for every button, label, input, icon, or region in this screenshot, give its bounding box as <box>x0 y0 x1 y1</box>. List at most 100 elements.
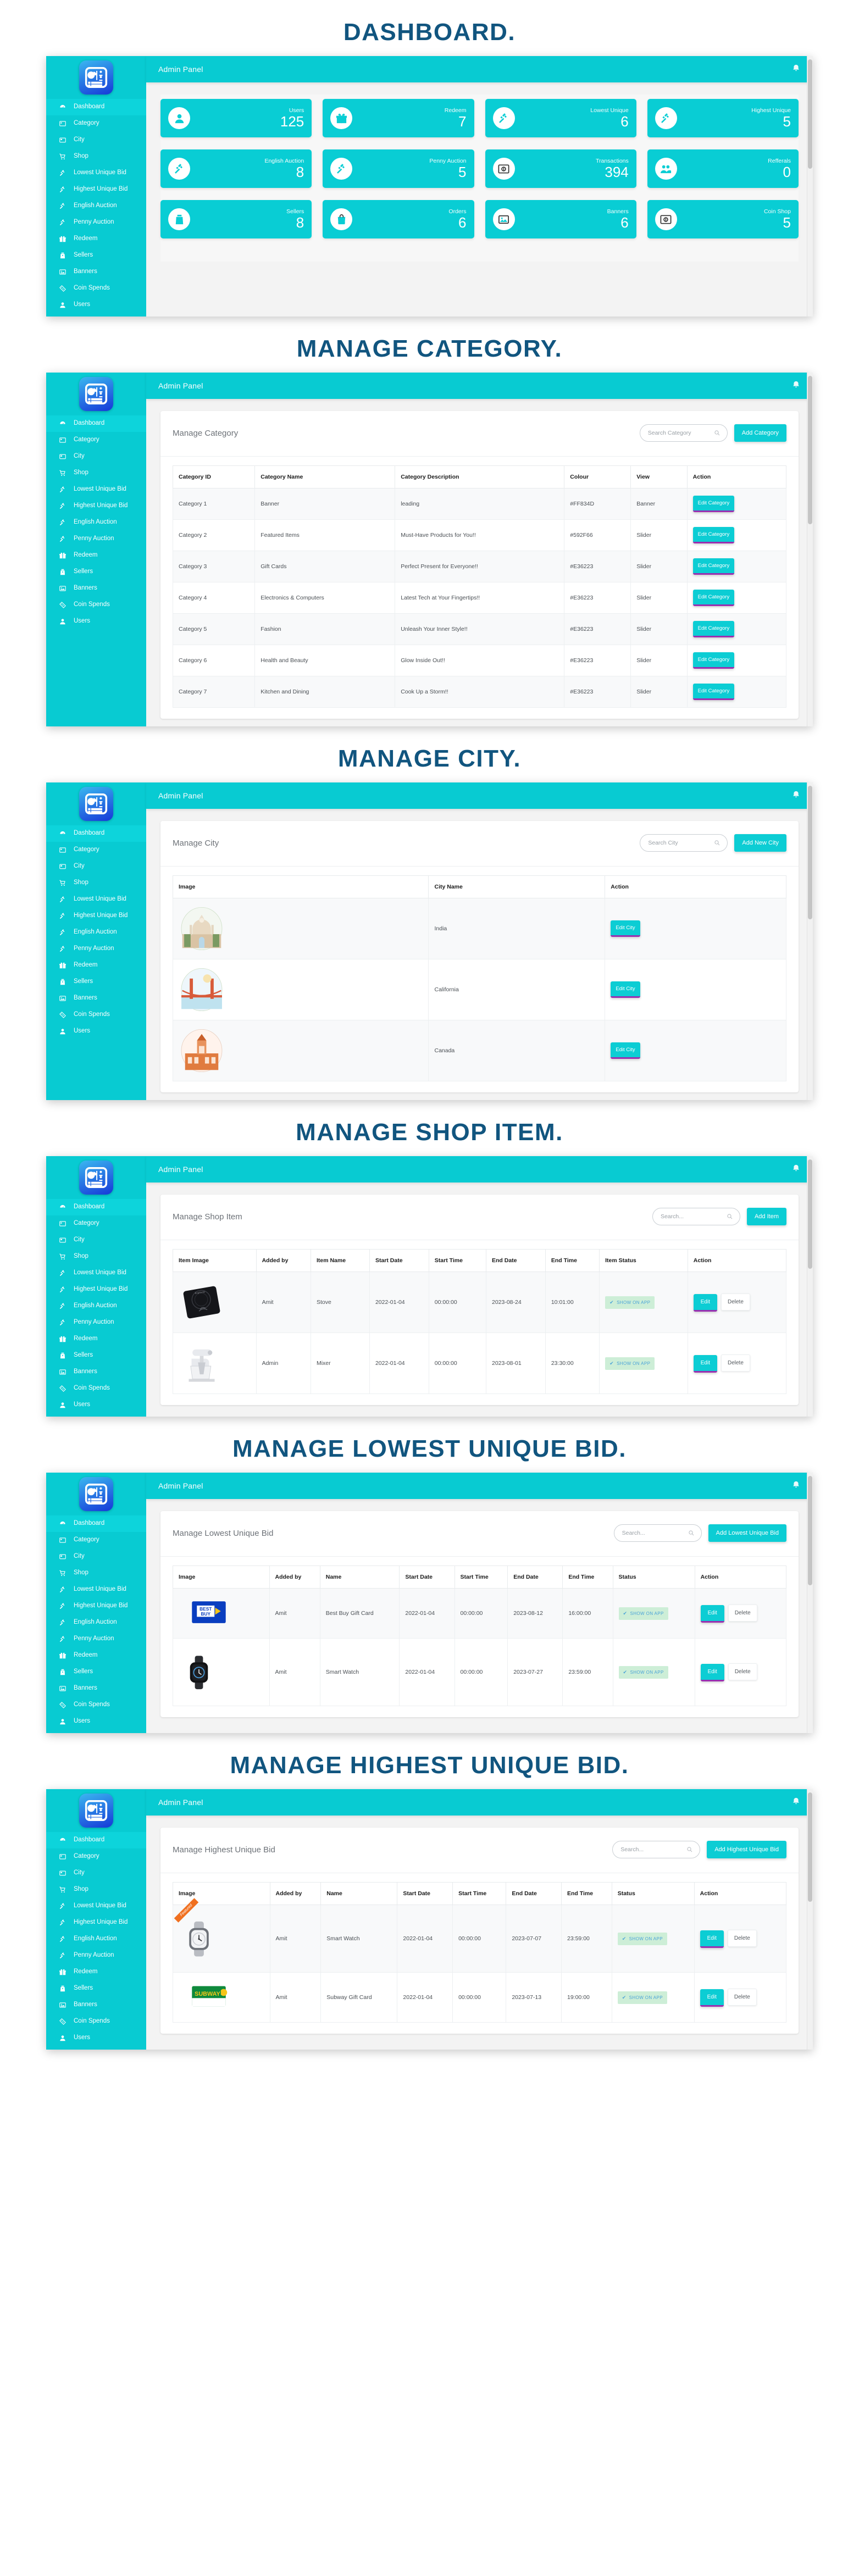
scrollbar-thumb[interactable] <box>808 786 812 919</box>
stat-card[interactable]: Highest Unique 5 <box>647 99 799 137</box>
sidebar-item-users[interactable]: Users <box>46 1397 146 1413</box>
sidebar-item-category[interactable]: Category <box>46 115 146 132</box>
bell-icon[interactable] <box>791 790 801 801</box>
sidebar-item-dashboard[interactable]: Dashboard <box>46 1515 146 1532</box>
sidebar-item-category[interactable]: Category <box>46 1215 146 1232</box>
sidebar-item-penny-auction[interactable]: Penny Auction <box>46 1314 146 1331</box>
sidebar-item-coin-spends[interactable]: Coin Spends <box>46 597 146 613</box>
sidebar-item-city[interactable]: City <box>46 1232 146 1248</box>
scrollbar[interactable] <box>807 1473 813 1733</box>
sidebar-item-shop[interactable]: Shop <box>46 1565 146 1581</box>
bell-icon[interactable] <box>791 64 801 75</box>
sidebar-item-category[interactable]: Category <box>46 1848 146 1865</box>
sidebar-item-lowest-unique-bid[interactable]: Lowest Unique Bid <box>46 891 146 908</box>
sidebar-item-english-auction[interactable]: English Auction <box>46 514 146 531</box>
search-input[interactable]: Search... <box>652 1208 740 1225</box>
sidebar-item-highest-unique-bid[interactable]: Highest Unique Bid <box>46 498 146 514</box>
scrollbar[interactable] <box>807 1789 813 2050</box>
sidebar-item-english-auction[interactable]: English Auction <box>46 924 146 941</box>
sidebar-item-sellers[interactable]: Sellers <box>46 247 146 264</box>
sidebar-item-lowest-unique-bid[interactable]: Lowest Unique Bid <box>46 1581 146 1598</box>
sidebar-item-redeem[interactable]: Redeem <box>46 957 146 974</box>
sidebar-item-category[interactable]: Category <box>46 842 146 858</box>
edit-city-button[interactable]: Edit City <box>611 1042 640 1059</box>
sidebar-item-city[interactable]: City <box>46 448 146 465</box>
stat-card[interactable]: Sellers 8 <box>160 200 312 238</box>
add-button[interactable]: Add Item <box>746 1208 786 1225</box>
sidebar-item-highest-unique-bid[interactable]: Highest Unique Bid <box>46 908 146 924</box>
sidebar-item-coin-spends[interactable]: Coin Spends <box>46 1007 146 1023</box>
sidebar-item-sellers[interactable]: Sellers <box>46 564 146 580</box>
sidebar-item-penny-auction[interactable]: Penny Auction <box>46 1631 146 1647</box>
scrollbar-thumb[interactable] <box>808 376 812 525</box>
stat-card[interactable]: Lowest Unique 6 <box>485 99 636 137</box>
edit-city-button[interactable]: Edit City <box>611 981 640 998</box>
edit-category-button[interactable]: Edit Category <box>692 527 735 543</box>
stat-card[interactable]: Coin Shop 5 <box>647 200 799 238</box>
sidebar-item-shop[interactable]: Shop <box>46 1881 146 1898</box>
delete-button[interactable]: Delete <box>728 1663 757 1680</box>
bell-icon[interactable] <box>791 1164 801 1175</box>
stat-card[interactable]: Users 125 <box>160 99 312 137</box>
stat-card[interactable]: Redeem 7 <box>323 99 474 137</box>
search-input[interactable]: Search... <box>613 1524 702 1542</box>
stat-card[interactable]: Banners 6 <box>485 200 636 238</box>
sidebar-item-shop[interactable]: Shop <box>46 1248 146 1265</box>
sidebar-item-sellers[interactable]: Sellers <box>46 1347 146 1364</box>
sidebar-item-dashboard[interactable]: Dashboard <box>46 415 146 432</box>
sidebar-item-shop[interactable]: Shop <box>46 875 146 891</box>
sidebar-item-highest-unique-bid[interactable]: Highest Unique Bid <box>46 1281 146 1298</box>
sidebar-item-users[interactable]: Users <box>46 297 146 313</box>
sidebar-item-dashboard[interactable]: Dashboard <box>46 1832 146 1848</box>
sidebar-item-sellers[interactable]: Sellers <box>46 1980 146 1997</box>
edit-button[interactable]: Edit <box>700 1663 724 1681</box>
sidebar-item-penny-auction[interactable]: Penny Auction <box>46 214 146 231</box>
sidebar-item-english-auction[interactable]: English Auction <box>46 1931 146 1947</box>
scrollbar[interactable] <box>807 782 813 1100</box>
brand-logo[interactable] <box>46 1789 146 1832</box>
sidebar-item-coin-spends[interactable]: Coin Spends <box>46 2013 146 2030</box>
sidebar-item-highest-unique-bid[interactable]: Highest Unique Bid <box>46 1914 146 1931</box>
delete-button[interactable]: Delete <box>727 1929 757 1947</box>
scrollbar-thumb[interactable] <box>808 59 812 169</box>
brand-logo[interactable] <box>46 373 146 415</box>
brand-logo[interactable] <box>46 1473 146 1515</box>
sidebar-item-redeem[interactable]: Redeem <box>46 231 146 247</box>
sidebar-item-city[interactable]: City <box>46 858 146 875</box>
sidebar-item-highest-unique-bid[interactable]: Highest Unique Bid <box>46 1598 146 1614</box>
sidebar-item-redeem[interactable]: Redeem <box>46 547 146 564</box>
add-button[interactable]: Add Lowest Unique Bid <box>708 1524 786 1542</box>
sidebar-item-penny-auction[interactable]: Penny Auction <box>46 1947 146 1964</box>
edit-button[interactable]: Edit <box>693 1354 717 1373</box>
delete-button[interactable]: Delete <box>728 1604 757 1622</box>
brand-logo[interactable] <box>46 56 146 99</box>
sidebar-item-city[interactable]: City <box>46 1865 146 1881</box>
sidebar-item-category[interactable]: Category <box>46 432 146 448</box>
sidebar-item-banners[interactable]: Banners <box>46 1364 146 1380</box>
stat-card[interactable]: English Auction 8 <box>160 149 312 188</box>
sidebar-item-highest-unique-bid[interactable]: Highest Unique Bid <box>46 181 146 198</box>
sidebar-item-coin-spends[interactable]: Coin Spends <box>46 1697 146 1713</box>
sidebar-item-redeem[interactable]: Redeem <box>46 1647 146 1664</box>
sidebar-item-redeem[interactable]: Redeem <box>46 1964 146 1980</box>
scrollbar-thumb[interactable] <box>808 1792 812 1902</box>
sidebar-item-category[interactable]: Category <box>46 1532 146 1548</box>
sidebar-item-coin-spends[interactable]: Coin Spends <box>46 280 146 297</box>
sidebar-item-lowest-unique-bid[interactable]: Lowest Unique Bid <box>46 481 146 498</box>
edit-button[interactable]: Edit <box>700 1989 724 2007</box>
edit-button[interactable]: Edit <box>700 1605 724 1623</box>
sidebar-item-banners[interactable]: Banners <box>46 1680 146 1697</box>
search-input[interactable]: Search Category <box>639 424 728 442</box>
sidebar-item-city[interactable]: City <box>46 1548 146 1565</box>
sidebar-item-lowest-unique-bid[interactable]: Lowest Unique Bid <box>46 1265 146 1281</box>
sidebar-item-banners[interactable]: Banners <box>46 580 146 597</box>
sidebar-item-penny-auction[interactable]: Penny Auction <box>46 531 146 547</box>
sidebar-item-lowest-unique-bid[interactable]: Lowest Unique Bid <box>46 1898 146 1914</box>
sidebar-item-banners[interactable]: Banners <box>46 264 146 280</box>
sidebar-item-banners[interactable]: Banners <box>46 990 146 1007</box>
sidebar-item-dashboard[interactable]: Dashboard <box>46 1199 146 1215</box>
delete-button[interactable]: Delete <box>721 1354 750 1372</box>
edit-category-button[interactable]: Edit Category <box>692 558 735 575</box>
brand-logo[interactable] <box>46 782 146 825</box>
sidebar-item-english-auction[interactable]: English Auction <box>46 1298 146 1314</box>
